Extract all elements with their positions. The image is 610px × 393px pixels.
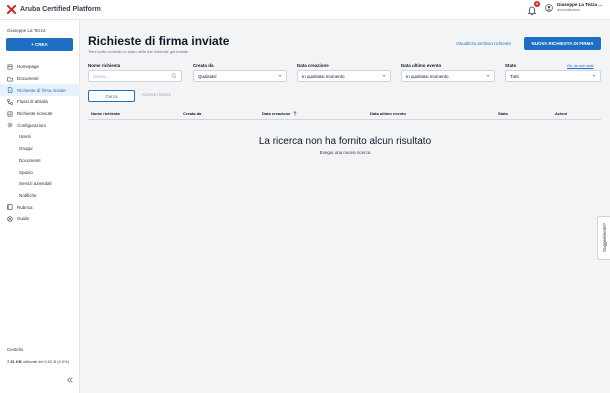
- create-button[interactable]: + CREA: [6, 38, 73, 51]
- app-title: Aruba Certified Platform: [20, 6, 101, 13]
- filter-created-by-label: Creata da: [193, 63, 214, 68]
- sort-arrow-up-icon: [293, 111, 297, 116]
- sidebar-item-label: Flussi di attività: [17, 99, 48, 105]
- sidebar-user-name: Giuseppe La Tezza: [7, 28, 46, 33]
- document-sign-icon: [7, 87, 13, 93]
- help-icon: [7, 216, 13, 222]
- filter-created-by-select[interactable]: Qualsiasi: [193, 70, 287, 82]
- brand[interactable]: Aruba Certified Platform: [7, 5, 101, 14]
- search-icon: [171, 73, 177, 79]
- chevron-down-icon: [592, 75, 596, 77]
- sidebar-item-rubrica[interactable]: Rubrica: [0, 201, 80, 213]
- sidebar-item-label: Rubrica: [17, 204, 33, 210]
- sidebar-item-documenti[interactable]: Documenti: [0, 73, 80, 85]
- sidebar-item-label: Gruppi: [19, 146, 33, 152]
- search-button[interactable]: Cerca: [88, 90, 135, 102]
- sidebar-subitem-documenti[interactable]: Documenti: [0, 155, 80, 167]
- empty-state-subtitle: Esegui una nuova ricerca: [319, 150, 371, 155]
- sidebar-item-richieste-inviate[interactable]: Richieste di firma inviate: [0, 84, 80, 97]
- chevron-down-icon: [278, 75, 282, 77]
- gear-icon: [7, 122, 13, 128]
- filter-created-by-value: Qualsiasi: [198, 73, 217, 79]
- column-header-last-event[interactable]: Data ultimo evento: [370, 111, 406, 116]
- sidebar-item-guide[interactable]: Guide: [0, 213, 80, 225]
- chevron-down-icon: [486, 75, 490, 77]
- folder-icon: [7, 76, 13, 81]
- filter-created-date-label: Data creazione: [297, 63, 329, 68]
- user-avatar-icon: [545, 3, 553, 12]
- storage-usage-text: utilizzati del 0.00 B (0.0%): [22, 359, 70, 364]
- filter-last-event-value: In qualsiasi momento: [406, 73, 449, 79]
- sidebar-item-configurazioni[interactable]: Configurazioni: [0, 119, 80, 131]
- top-bar: Aruba Certified Platform 4 Giuseppe La T…: [0, 0, 610, 20]
- filter-status-link[interactable]: Ge da soli stati: [567, 63, 593, 68]
- flow-icon: [7, 99, 13, 105]
- sidebar-item-label: Documenti: [19, 157, 41, 163]
- filter-last-event-label: Data ultimo evento: [401, 63, 442, 68]
- reset-search-button[interactable]: Azzera ricerca: [142, 92, 171, 97]
- storage-usage: 7.51 KB utilizzati del 0.00 B (0.0%): [7, 359, 69, 364]
- column-header-created-by[interactable]: Creata da: [183, 111, 201, 116]
- aruba-logo-icon: [7, 5, 16, 14]
- filter-created-date-value: In qualsiasi momento: [302, 73, 345, 79]
- column-header-created-date[interactable]: Data creazione: [262, 111, 297, 116]
- archive-link[interactable]: Visualizza archivio richieste: [456, 41, 511, 46]
- feedback-tab[interactable]: Suggerimenti?: [597, 216, 610, 260]
- new-signature-request-button[interactable]: NUOVA RICHIESTA DI FIRMA: [524, 37, 601, 50]
- feedback-label: Suggerimenti?: [601, 223, 607, 253]
- page-title: Richieste di firma inviate: [88, 34, 230, 48]
- sidebar-item-label: Richieste ricevute: [17, 111, 53, 117]
- home-icon: [7, 64, 13, 70]
- notifications-button[interactable]: 4: [527, 0, 540, 15]
- collapse-sidebar-icon[interactable]: [66, 376, 74, 384]
- filter-name-input[interactable]: Cerca...: [88, 70, 182, 82]
- filter-status-label: Stato: [505, 63, 517, 68]
- sidebar-subitem-servizi[interactable]: Servizi aziendali: [0, 178, 80, 190]
- sidebar-nav: Homepage Documenti Richieste di firma in…: [0, 61, 80, 225]
- chevron-down-icon: [382, 75, 386, 77]
- filter-created-date-select[interactable]: In qualsiasi momento: [297, 70, 391, 82]
- sidebar-subitem-utenti[interactable]: Utenti: [0, 131, 80, 143]
- sidebar-item-richieste-ricevute[interactable]: Richieste ricevute: [0, 108, 80, 120]
- storage-usage-value: 7.51 KB: [7, 359, 22, 364]
- sidebar: Giuseppe La Tezza + CREA Homepage Docume…: [0, 20, 80, 393]
- column-header-actions: Azioni: [555, 111, 567, 116]
- address-book-icon: [7, 204, 13, 210]
- filter-name-placeholder: Cerca...: [93, 73, 109, 79]
- filter-last-event-select[interactable]: In qualsiasi momento: [401, 70, 495, 82]
- sidebar-item-label: Guide: [17, 216, 30, 222]
- sidebar-subitem-gruppi[interactable]: Gruppi: [0, 143, 80, 155]
- sidebar-item-label: Servizi aziendali: [19, 181, 52, 187]
- column-header-status[interactable]: Stato: [498, 111, 508, 116]
- filter-status-select[interactable]: Tutti: [505, 70, 601, 82]
- page-subtitle: Tieni sotto controllo lo stato delle tue…: [88, 49, 188, 54]
- sidebar-item-flussi[interactable]: Flussi di attività: [0, 96, 80, 108]
- user-menu[interactable]: Giuseppe La Tezza ... Amministratore: [545, 2, 602, 13]
- sidebar-item-label: Utenti: [19, 134, 31, 140]
- sidebar-item-label: Homepage: [17, 64, 40, 70]
- filter-name-label: Nome richiesta: [88, 63, 121, 68]
- notification-badge: 4: [533, 0, 540, 7]
- table-header: Nome richiesta Creata da Data creazione …: [88, 108, 601, 120]
- storage-title: Cestello: [7, 347, 24, 352]
- column-header-created-date-label: Data creazione: [262, 111, 291, 116]
- sidebar-subitem-notifiche[interactable]: Notifiche: [0, 190, 80, 202]
- inbox-icon: [7, 111, 13, 116]
- sidebar-item-label: Documenti: [17, 76, 39, 82]
- main-content: Richieste di firma inviate Tieni sotto c…: [80, 20, 610, 393]
- sidebar-subitem-spazio[interactable]: Spazio: [0, 166, 80, 178]
- sidebar-item-label: Configurazioni: [17, 122, 46, 128]
- empty-state-title: La ricerca non ha fornito alcun risultat…: [258, 136, 432, 147]
- sidebar-item-label: Richieste di firma inviate: [17, 87, 66, 93]
- sidebar-item-label: Spazio: [19, 169, 33, 175]
- sidebar-item-homepage[interactable]: Homepage: [0, 61, 80, 73]
- bell-icon: [527, 6, 537, 15]
- user-role: Amministratore: [556, 8, 581, 12]
- filter-status-value: Tutti: [510, 73, 519, 79]
- sidebar-item-label: Notifiche: [19, 192, 37, 198]
- column-header-name[interactable]: Nome richiesta: [91, 111, 120, 116]
